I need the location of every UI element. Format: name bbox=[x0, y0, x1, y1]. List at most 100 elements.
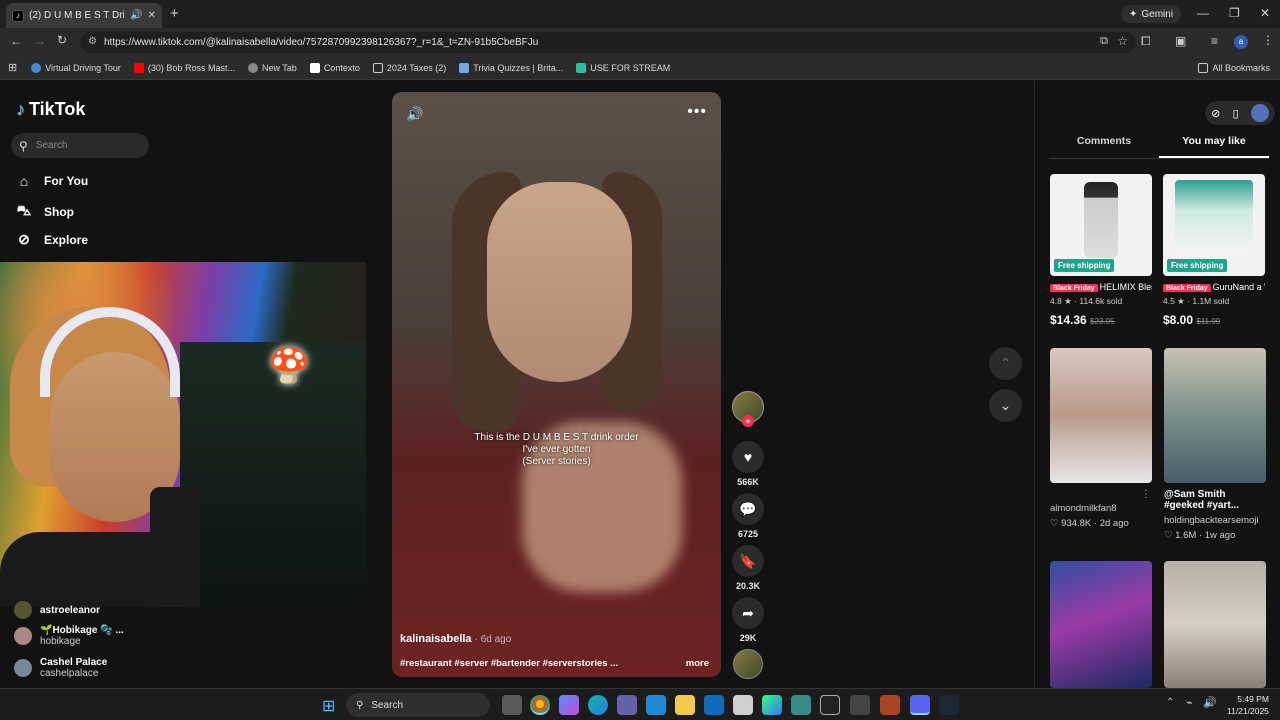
product-card[interactable]: Free shipping Black FridayHELIMIX Blende… bbox=[1050, 174, 1152, 327]
product-image: Free shipping bbox=[1163, 174, 1265, 276]
bookmark-item[interactable]: Virtual Driving Tour bbox=[31, 62, 121, 73]
following-item[interactable]: Cashel Palace cashelpalace bbox=[14, 657, 107, 679]
video-subject-face bbox=[487, 182, 632, 382]
close-tab-icon[interactable]: ✕ bbox=[147, 10, 155, 21]
profile-avatar[interactable]: a bbox=[1234, 35, 1248, 49]
tiktok-logo[interactable]: ♪ TikTok bbox=[16, 99, 85, 120]
gemini-button[interactable]: ✦ Gemini bbox=[1121, 5, 1182, 23]
speaker-icon[interactable]: 🔊 bbox=[130, 10, 142, 21]
calculator-icon[interactable] bbox=[733, 695, 753, 715]
tab-you-may-like[interactable]: You may like bbox=[1159, 135, 1269, 158]
discord-icon[interactable] bbox=[910, 695, 930, 715]
extensions-icon[interactable]: ⧠ bbox=[1141, 34, 1151, 49]
search-input[interactable]: ⚲ Search bbox=[11, 133, 149, 158]
video-author[interactable]: kalinaisabella · 6d ago bbox=[400, 633, 511, 645]
copilot-icon[interactable] bbox=[559, 695, 579, 715]
music-disc-avatar[interactable] bbox=[733, 649, 763, 679]
bookmark-item[interactable]: Contexto bbox=[309, 62, 360, 73]
browser-tab[interactable]: ♪ (2) D U M B E S T Drink Ord 🔊 ✕ bbox=[6, 3, 162, 28]
video-hashtags[interactable]: #restaurant #server #bartender #serverst… bbox=[400, 658, 630, 669]
menu-icon[interactable]: ⋮ bbox=[1262, 33, 1274, 47]
media-icon[interactable]: ≡ bbox=[1211, 34, 1218, 48]
bookmark-label: Contexto bbox=[323, 62, 360, 73]
follow-plus-icon[interactable]: + bbox=[742, 415, 754, 427]
sidepanel-icon[interactable]: ▣ bbox=[1175, 34, 1186, 48]
edge-icon[interactable] bbox=[588, 695, 608, 715]
bookmark-item[interactable]: Trivia Quizzes | Brita... bbox=[459, 62, 563, 73]
m365-icon[interactable] bbox=[762, 695, 782, 715]
recommended-video[interactable]: almondmilkfan8 ♡ 934.8K · 2d ago bbox=[1050, 348, 1152, 529]
bookmark-item[interactable]: USE FOR STREAM bbox=[576, 62, 670, 73]
apps-grid-icon[interactable]: ⊞ bbox=[8, 61, 17, 74]
price-old: $11.99 bbox=[1196, 317, 1221, 326]
tab-comments[interactable]: Comments bbox=[1049, 135, 1159, 158]
panel-tabs: Comments You may like bbox=[1049, 135, 1269, 159]
clock-time: 5:49 PM bbox=[1237, 694, 1269, 704]
store-icon[interactable] bbox=[646, 695, 666, 715]
top-actions: ⊘ ▯ bbox=[1205, 101, 1275, 125]
taskbar-clock[interactable]: 5:49 PM 11/21/2025 bbox=[1227, 693, 1269, 717]
forward-icon[interactable]: → bbox=[34, 34, 46, 48]
following-item[interactable]: 🌱Hobikage 🫧 ... hobikage bbox=[14, 625, 124, 647]
app-icon[interactable] bbox=[791, 695, 811, 715]
game-icon[interactable] bbox=[850, 695, 870, 715]
chrome-icon[interactable] bbox=[530, 695, 550, 715]
steam-icon[interactable] bbox=[939, 695, 959, 715]
more-options-icon[interactable]: ⋮ bbox=[1141, 489, 1151, 500]
volume-icon[interactable]: 🔊 bbox=[406, 106, 423, 123]
folder-icon bbox=[1198, 62, 1209, 73]
logo-text: TikTok bbox=[29, 99, 86, 119]
more-button[interactable]: more bbox=[686, 658, 709, 669]
bookmark-item[interactable]: New Tab bbox=[247, 62, 297, 73]
all-bookmarks-button[interactable]: All Bookmarks bbox=[1198, 62, 1270, 73]
following-item[interactable]: astroeleanor bbox=[14, 601, 100, 619]
nav-explore[interactable]: ⊘ Explore bbox=[16, 231, 88, 248]
site-info-icon[interactable]: ⚙ bbox=[88, 36, 97, 47]
reload-icon[interactable]: ↻ bbox=[57, 33, 67, 47]
network-icon[interactable]: ⌁ bbox=[1186, 696, 1193, 709]
next-video-button[interactable]: ⌄ bbox=[989, 389, 1022, 422]
windows-start-icon[interactable]: ⊞ bbox=[322, 696, 335, 716]
recommended-video[interactable] bbox=[1164, 561, 1266, 688]
tray-expand-icon[interactable]: ⌃ bbox=[1166, 697, 1174, 708]
teams-icon[interactable] bbox=[617, 695, 637, 715]
bookmark-item[interactable]: (30) Bob Ross Mast... bbox=[133, 62, 235, 73]
back-icon[interactable]: ← bbox=[10, 34, 22, 48]
volume-icon[interactable]: 🔊 bbox=[1203, 696, 1217, 709]
bookmark-star-icon[interactable]: ☆ bbox=[1117, 34, 1128, 48]
recommended-video[interactable] bbox=[1050, 561, 1152, 688]
product-card[interactable]: Free shipping Black FridayGuruNand a Whi… bbox=[1163, 174, 1265, 327]
bookmark-item[interactable]: 2024 Taxes (2) bbox=[372, 62, 446, 73]
nav-shop[interactable]: ⛍ Shop bbox=[16, 202, 74, 221]
file-explorer-icon[interactable] bbox=[675, 695, 695, 715]
like-button[interactable]: ♥ 566K bbox=[732, 441, 764, 487]
video-username: holdingbacktearsemoji bbox=[1164, 515, 1259, 526]
maximize-button[interactable]: ❐ bbox=[1229, 6, 1240, 20]
contexto-icon bbox=[309, 62, 320, 73]
new-tab-button[interactable]: + bbox=[170, 5, 179, 22]
price-old: $23.95 bbox=[1090, 317, 1115, 326]
shop-icon: ⛍ bbox=[16, 202, 32, 218]
taskbar-search[interactable]: ⚲ Search bbox=[346, 693, 490, 717]
tiktok-page: ♪ TikTok ⚲ Search ⌂ For You ⛍ Shop ⊘ Exp… bbox=[0, 81, 1280, 688]
capcut-icon[interactable] bbox=[820, 695, 840, 715]
outlook-icon[interactable] bbox=[704, 695, 724, 715]
coin-icon[interactable]: ⊘ bbox=[1211, 107, 1220, 120]
save-button[interactable]: 🔖 20.3K bbox=[732, 545, 764, 591]
minimize-button[interactable]: — bbox=[1197, 6, 1209, 20]
address-bar[interactable]: ⚙ https://www.tiktok.com/@kalinaisabella… bbox=[80, 32, 1136, 53]
user-avatar[interactable] bbox=[1250, 104, 1269, 122]
install-icon[interactable]: ⧉ bbox=[1100, 35, 1108, 48]
task-view-icon[interactable] bbox=[502, 695, 522, 715]
comment-button[interactable]: 💬 6725 bbox=[732, 493, 764, 539]
previous-video-button[interactable]: ⌃ bbox=[989, 347, 1022, 380]
nav-for-you[interactable]: ⌂ For You bbox=[16, 173, 88, 189]
video-player[interactable]: 🔊 ••• This is the D U M B E S T drink or… bbox=[392, 92, 721, 677]
more-options-icon[interactable]: ••• bbox=[687, 103, 707, 121]
phone-icon[interactable]: ▯ bbox=[1233, 107, 1239, 120]
close-window-button[interactable]: ✕ bbox=[1260, 6, 1270, 20]
recommended-video[interactable]: @Sam Smith #geeked #yart... holdingbackt… bbox=[1164, 348, 1266, 541]
nav-label: Explore bbox=[44, 232, 89, 247]
share-button[interactable]: ➦ 29K bbox=[732, 597, 764, 643]
game-icon[interactable] bbox=[880, 695, 900, 715]
